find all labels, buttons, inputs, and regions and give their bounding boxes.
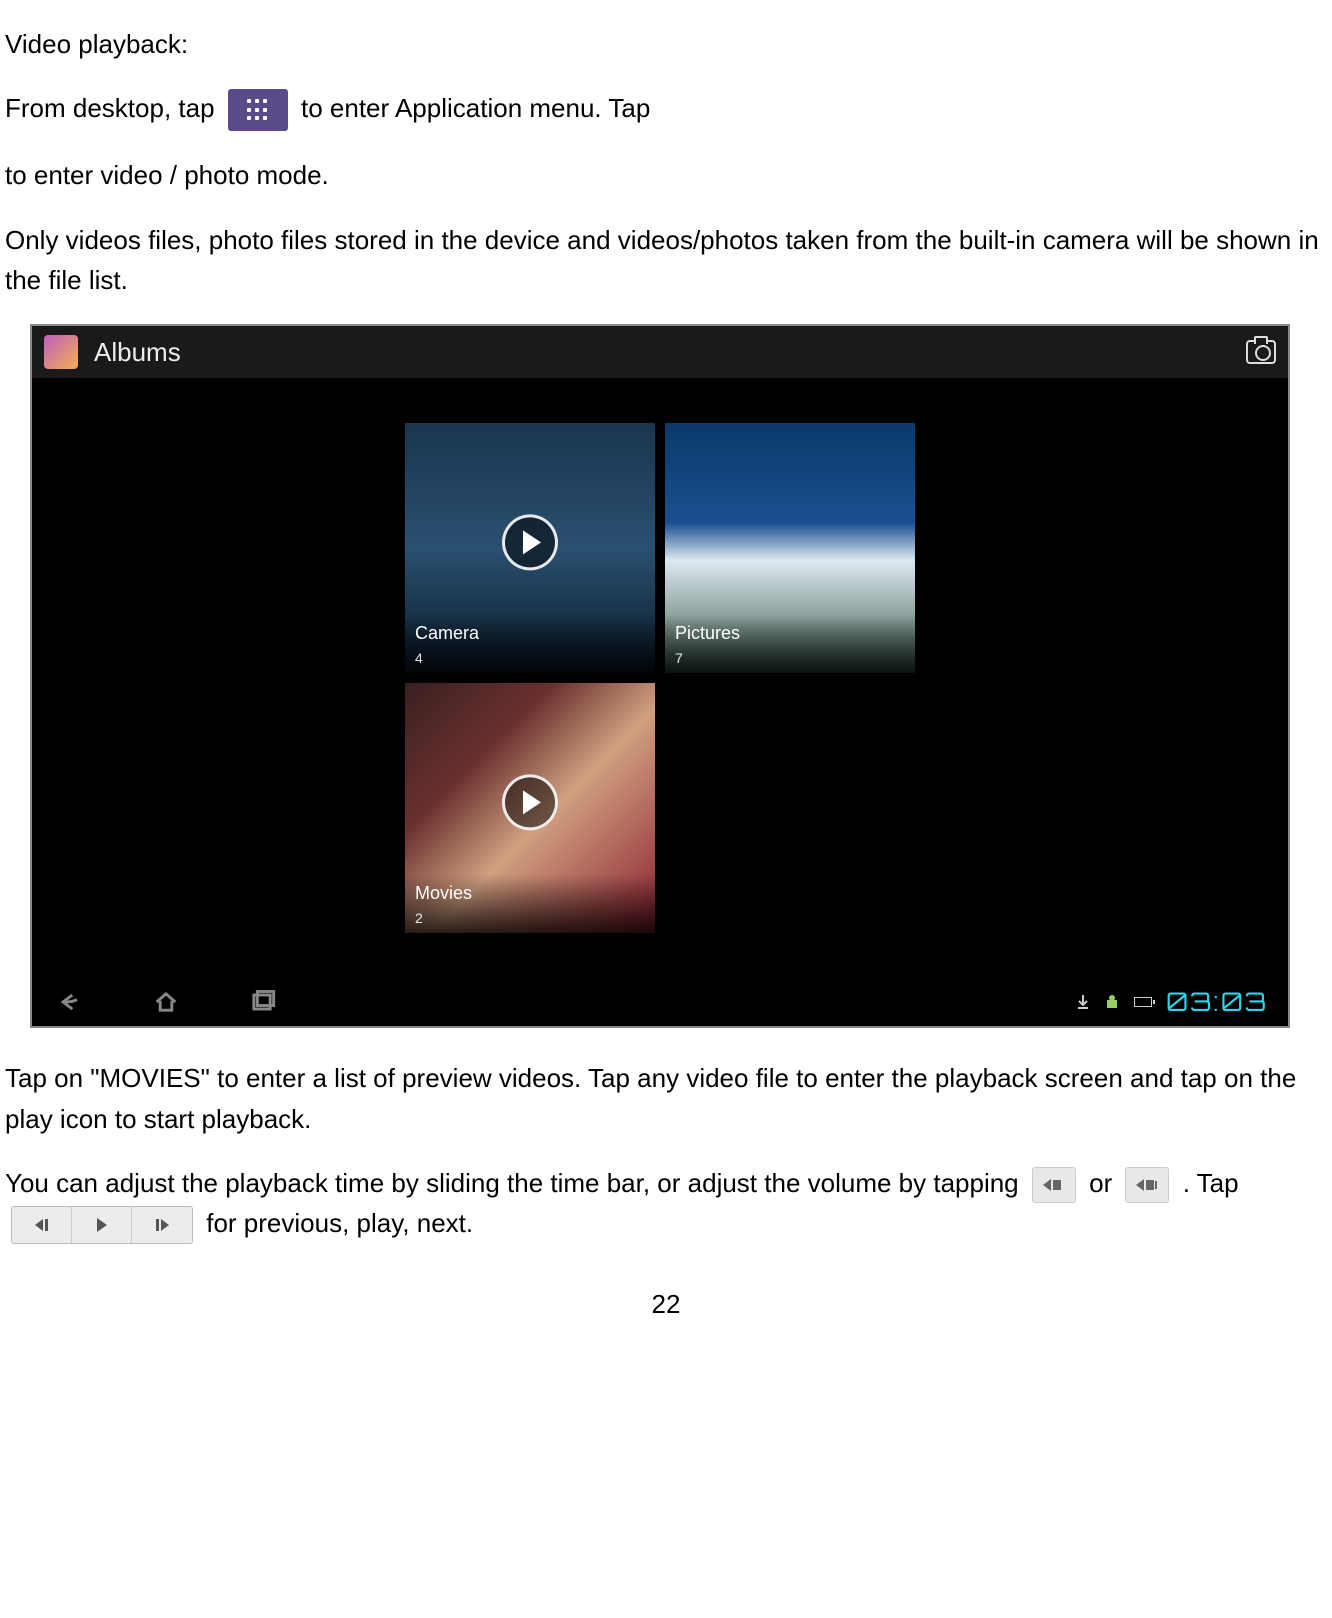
paragraph-2: to enter video / photo mode. [0, 155, 1332, 195]
page-number: 22 [0, 1284, 1332, 1324]
volume-down-icon [1032, 1167, 1076, 1203]
album-camera-count: 4 [415, 648, 645, 670]
p3-text: Only videos files, photo files stored in… [5, 225, 1319, 295]
page-number-value: 22 [652, 1289, 681, 1319]
nav-back-icon[interactable] [52, 988, 88, 1016]
paragraph-4: Tap on "MOVIES" to enter a list of previ… [0, 1058, 1332, 1139]
heading: Video playback: [0, 24, 1332, 64]
album-camera[interactable]: Camera 4 [405, 423, 655, 673]
album-camera-label: Camera [415, 623, 479, 643]
paragraph-5: You can adjust the playback time by slid… [0, 1163, 1332, 1244]
album-pictures[interactable]: Pictures 7 [665, 423, 915, 673]
album-movies-label: Movies [415, 883, 472, 903]
next-icon [132, 1207, 192, 1243]
album-pictures-count: 7 [675, 648, 905, 670]
p2-text: to enter video / photo mode. [5, 160, 329, 190]
volume-up-icon [1125, 1167, 1169, 1203]
album-empty-slot [665, 683, 915, 933]
tablet-screenshot: Albums Camera 4 Pictures 7 Movies [30, 324, 1290, 1028]
album-movies[interactable]: Movies 2 [405, 683, 655, 933]
previous-icon [12, 1207, 72, 1243]
gallery-app-icon [44, 335, 78, 369]
status-bar: 03:03 [1076, 982, 1268, 1022]
app-title: Albums [94, 332, 181, 372]
p5-text-c: . Tap [1183, 1168, 1239, 1198]
p1-text-b: to enter Application menu. Tap [301, 93, 650, 123]
android-status-icon [1104, 994, 1120, 1010]
nav-bar: 03:03 [32, 978, 1288, 1026]
play-icon [72, 1207, 132, 1243]
playback-controls-icon [11, 1206, 193, 1244]
album-pictures-label: Pictures [675, 623, 740, 643]
apps-menu-icon [228, 89, 288, 131]
p4-text: Tap on "MOVIES" to enter a list of previ… [5, 1063, 1296, 1133]
play-overlay-icon [502, 775, 558, 831]
p5-text-d: for previous, play, next. [206, 1208, 473, 1238]
download-status-icon [1076, 993, 1090, 1011]
album-movies-count: 2 [415, 908, 645, 930]
battery-icon [1134, 997, 1152, 1007]
play-overlay-icon [502, 515, 558, 571]
heading-text: Video playback: [5, 29, 188, 59]
p1-text-a: From desktop, tap [5, 93, 222, 123]
p5-text-b: or [1089, 1168, 1119, 1198]
paragraph-3: Only videos files, photo files stored in… [0, 220, 1332, 301]
nav-home-icon[interactable] [148, 988, 184, 1016]
camera-icon[interactable] [1246, 340, 1276, 364]
paragraph-1: From desktop, tap to enter Application m… [0, 88, 1332, 131]
app-topbar: Albums [32, 326, 1288, 378]
albums-grid-area: Camera 4 Pictures 7 Movies 2 [32, 378, 1288, 978]
nav-recent-icon[interactable] [244, 988, 280, 1016]
status-time: 03:03 [1166, 982, 1268, 1022]
p5-text-a: You can adjust the playback time by slid… [5, 1168, 1026, 1198]
